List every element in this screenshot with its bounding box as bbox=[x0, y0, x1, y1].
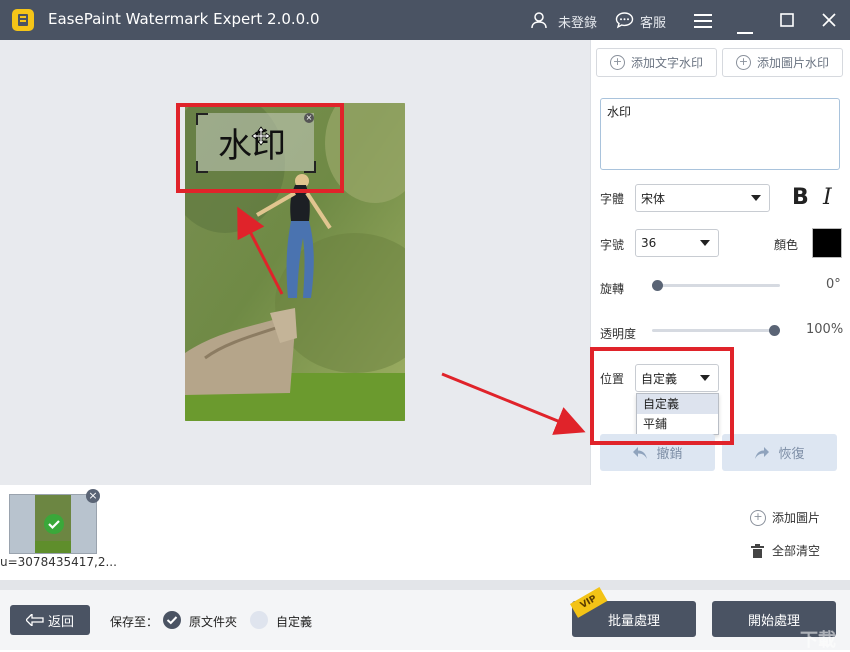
thumbnail-filename: u=3078435417,2... bbox=[0, 555, 117, 569]
trash-icon bbox=[751, 543, 764, 558]
site-watermark-logo: 下載 bbox=[800, 630, 836, 651]
separator bbox=[0, 580, 850, 590]
thumbnail-strip bbox=[0, 485, 850, 580]
remove-thumbnail-icon[interactable]: × bbox=[86, 489, 100, 503]
arrow-to-watermark bbox=[237, 206, 284, 295]
batch-process-label: 批量處理 bbox=[607, 613, 660, 629]
back-label: 返回 bbox=[47, 614, 74, 630]
back-button[interactable]: 返回 bbox=[10, 605, 90, 635]
radio-custom[interactable] bbox=[250, 611, 268, 629]
original-folder-label[interactable]: 原文件夾 bbox=[189, 613, 237, 630]
custom-label[interactable]: 自定義 bbox=[276, 613, 312, 630]
back-icon bbox=[25, 614, 44, 626]
plus-icon: + bbox=[750, 509, 766, 526]
clear-all-label: 全部清空 bbox=[772, 544, 821, 558]
clear-all-button[interactable]: 全部清空 bbox=[751, 542, 820, 559]
radio-original-folder[interactable] bbox=[163, 611, 181, 629]
add-image-button[interactable]: + 添加圖片 bbox=[750, 509, 820, 526]
add-image-label: 添加圖片 bbox=[772, 511, 821, 525]
save-to-label: 保存至： bbox=[110, 615, 159, 629]
start-process-label: 開始處理 bbox=[747, 613, 800, 629]
check-icon bbox=[44, 514, 64, 534]
arrow-to-position bbox=[441, 372, 586, 435]
